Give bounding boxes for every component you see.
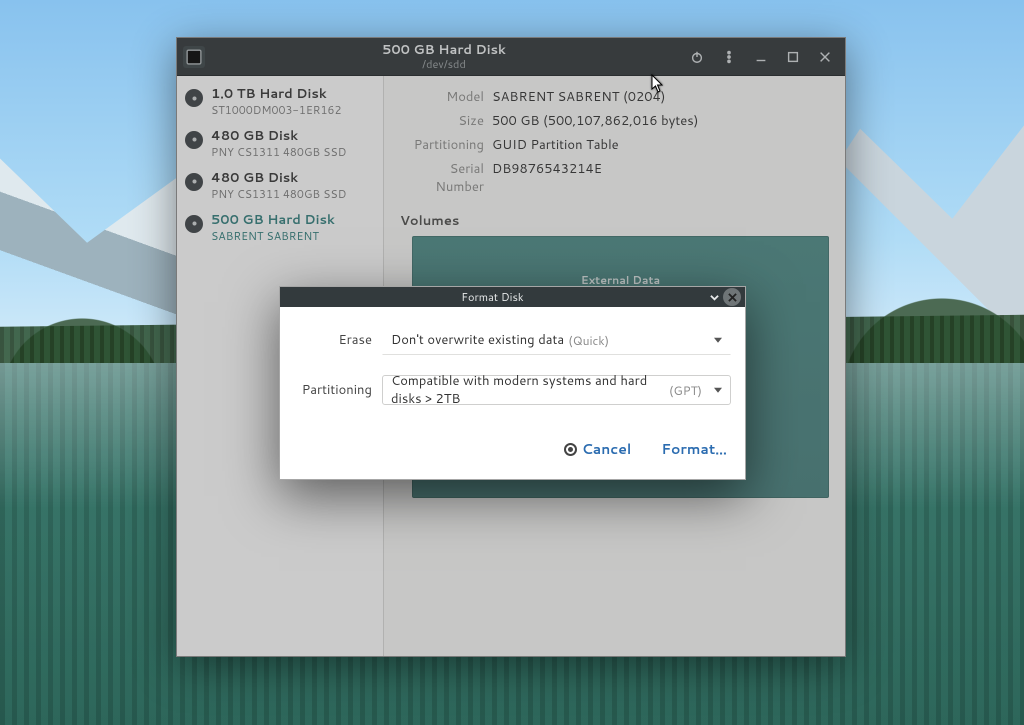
format-label: Format… [661,439,727,459]
erase-label: Erase [294,331,372,349]
partitioning-label: Partitioning [294,381,372,399]
partitioning-value: Compatible with modern systems and hard … [391,372,665,408]
desktop: 500 GB Hard Disk /dev/sdd [0,0,1024,725]
erase-select[interactable]: Don't overwrite existing data (Quick) [382,325,731,355]
format-disk-dialog: Format Disk Erase Don't overwrite existi… [279,286,746,480]
dialog-body: Erase Don't overwrite existing data (Qui… [280,307,745,427]
erase-suffix: (Quick) [568,332,609,349]
erase-value: Don't overwrite existing data [391,331,564,349]
dialog-collapse-icon[interactable] [705,288,723,306]
cancel-label: Cancel [582,439,632,459]
partitioning-suffix: (GPT) [669,382,702,399]
dialog-title: Format Disk [280,289,705,305]
dialog-actions: Cancel Format… [280,427,745,479]
dialog-titlebar: Format Disk [280,287,745,307]
chevron-down-icon [714,338,722,343]
format-button[interactable]: Format… [661,439,727,459]
dialog-close-icon[interactable] [723,288,741,306]
chevron-down-icon [714,388,722,393]
partitioning-row: Partitioning Compatible with modern syst… [294,375,731,405]
cancel-button[interactable]: Cancel [564,439,632,459]
erase-row: Erase Don't overwrite existing data (Qui… [294,325,731,355]
partitioning-select[interactable]: Compatible with modern systems and hard … [382,375,731,405]
radio-icon [564,443,577,456]
